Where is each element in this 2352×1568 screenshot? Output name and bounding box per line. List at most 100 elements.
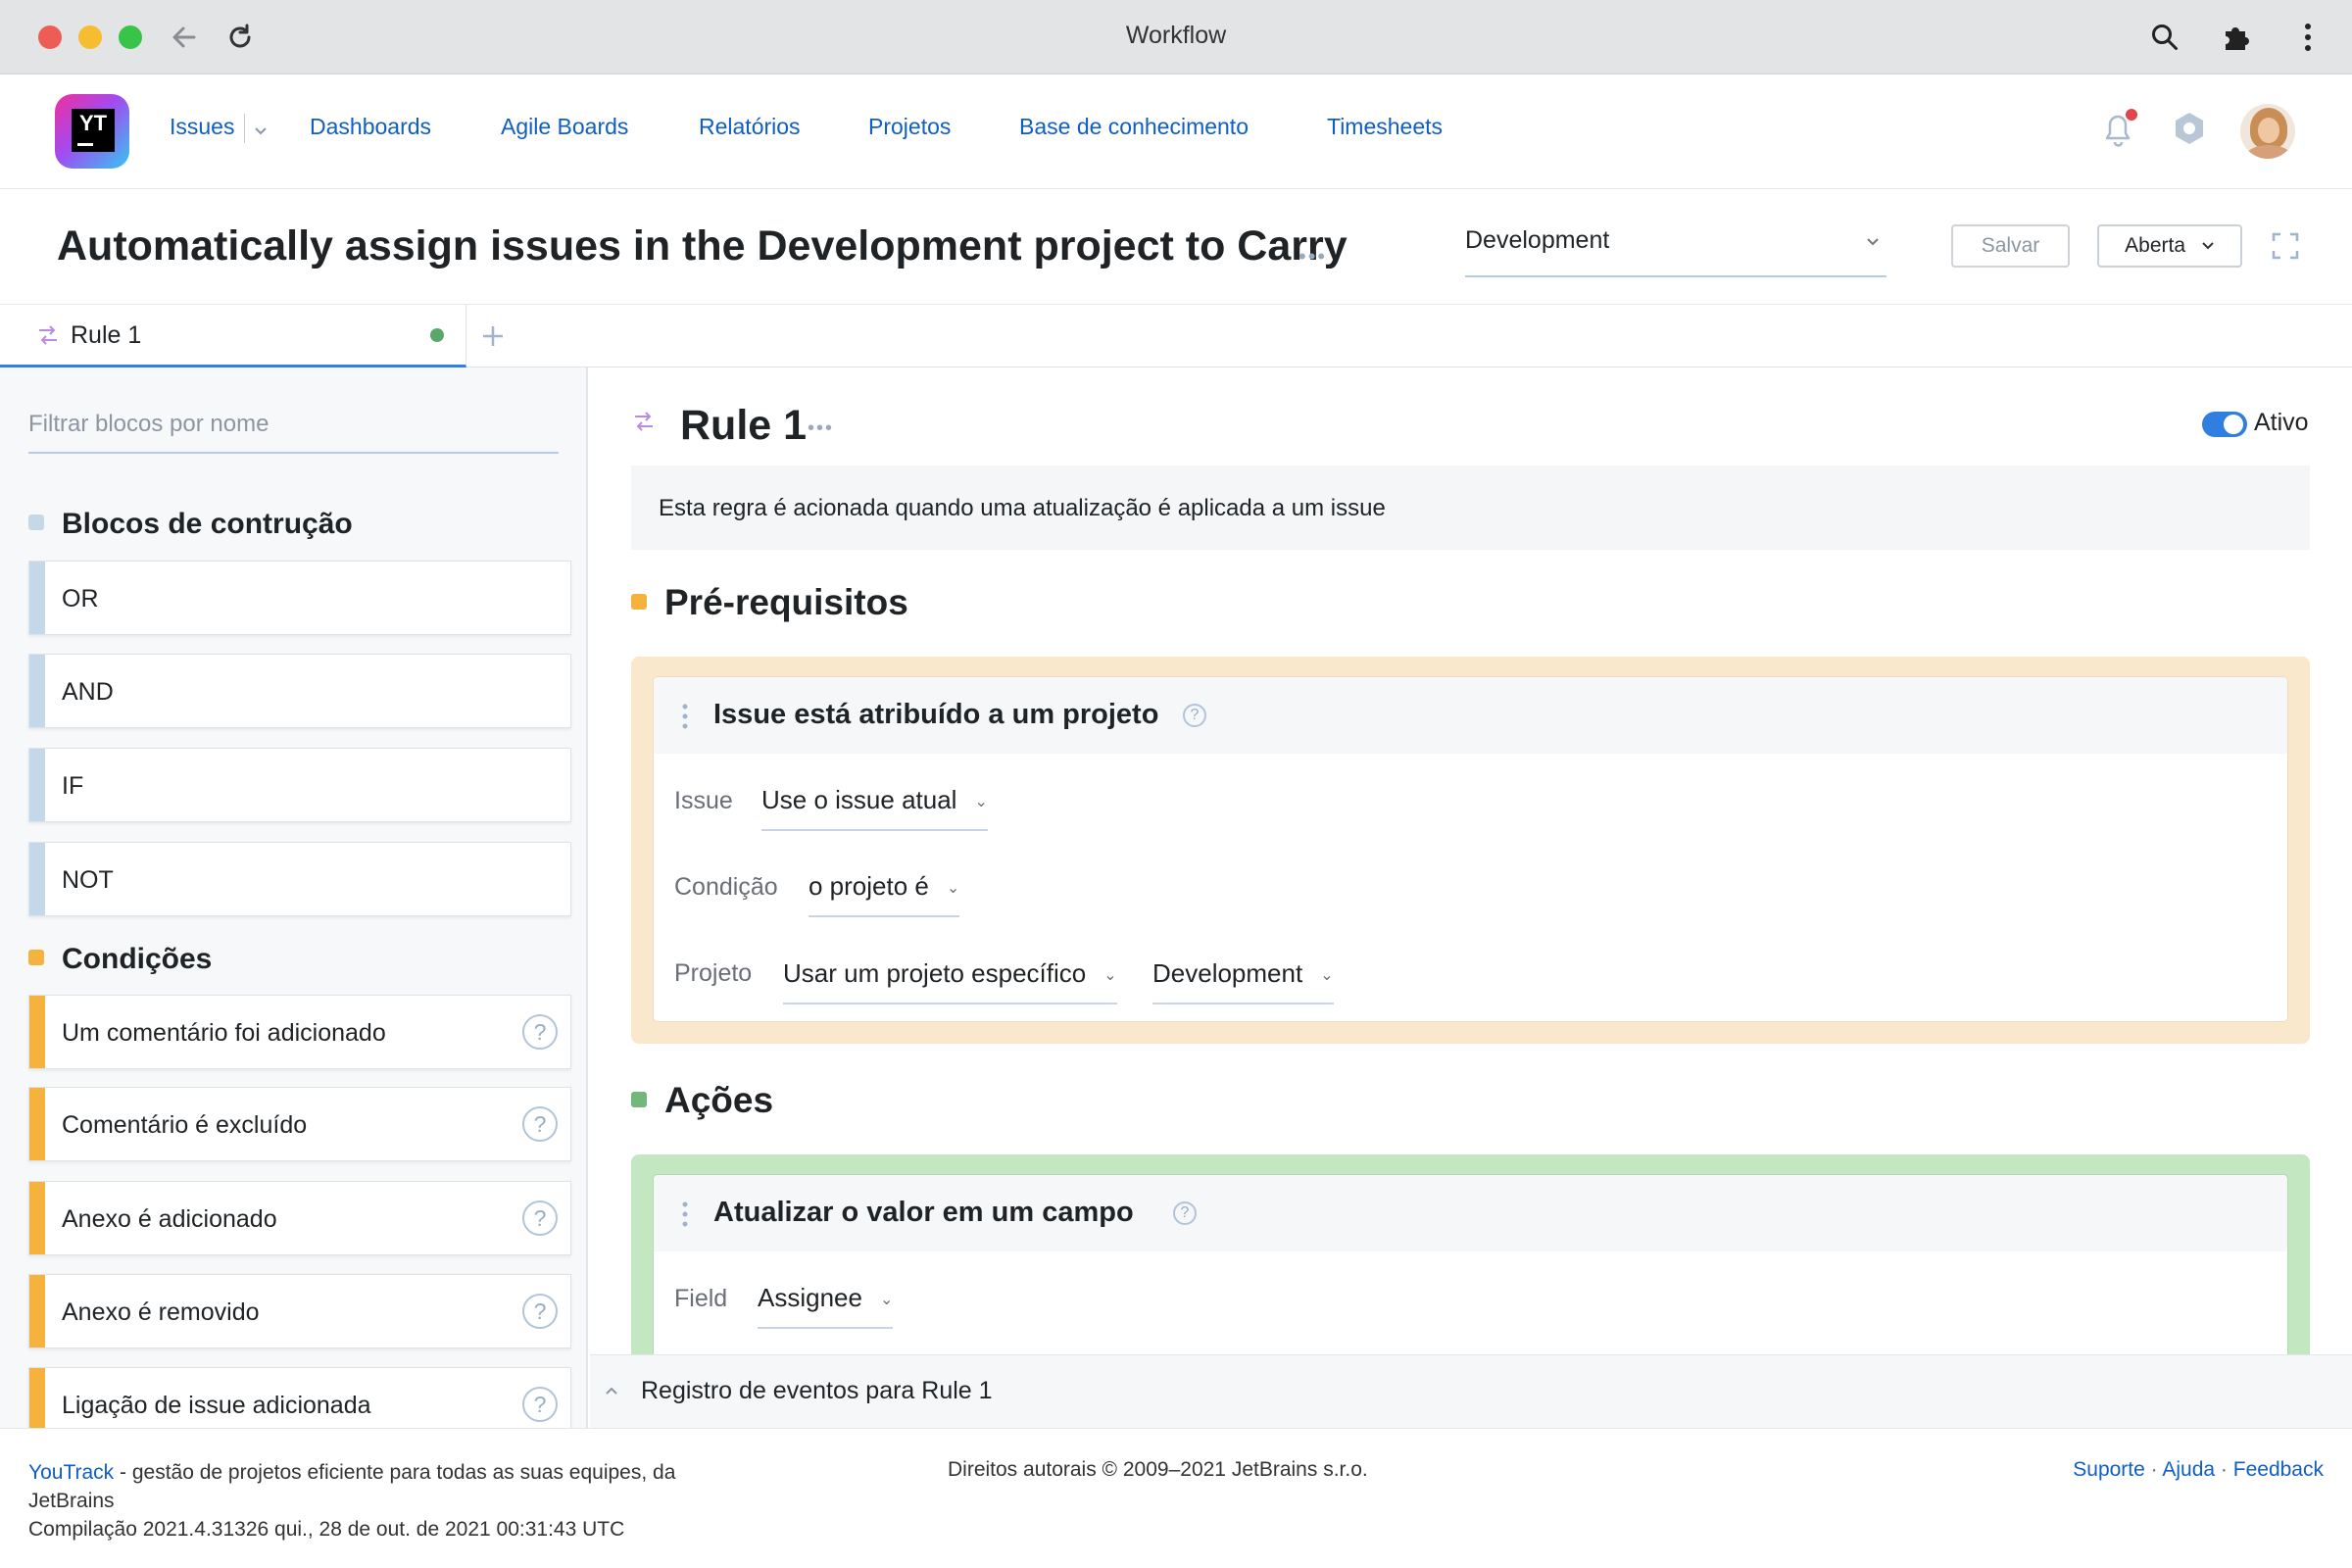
field-label: Field bbox=[674, 1285, 728, 1312]
status-dropdown-button[interactable]: Aberta bbox=[2097, 224, 2242, 268]
youtrack-logo[interactable]: YT bbox=[55, 94, 129, 169]
block-label: IF bbox=[62, 772, 84, 800]
footer-tagline-company: JetBrains bbox=[28, 1490, 115, 1512]
help-question-icon[interactable]: ? bbox=[522, 1106, 558, 1142]
user-avatar[interactable] bbox=[2240, 104, 2295, 159]
project-select-value: Development bbox=[1465, 226, 1610, 254]
event-log-bar[interactable]: Registro de eventos para Rule 1 bbox=[590, 1354, 2352, 1428]
issue-select[interactable]: Use o issue atual ⌄ bbox=[761, 785, 988, 831]
block-attachment-removed[interactable]: Anexo é removido ? bbox=[28, 1274, 571, 1348]
project-value-select[interactable]: Development ⌄ bbox=[1152, 958, 1334, 1004]
youtrack-link[interactable]: YouTrack bbox=[28, 1461, 114, 1484]
help-question-icon[interactable]: ? bbox=[522, 1200, 558, 1236]
help-question-icon[interactable]: ? bbox=[522, 1294, 558, 1329]
nav-timesheets[interactable]: Timesheets bbox=[1327, 114, 1443, 140]
block-label: OR bbox=[62, 585, 99, 612]
block-comment-deleted[interactable]: Comentário é excluído ? bbox=[28, 1087, 571, 1161]
block-color-bar bbox=[29, 562, 45, 634]
add-tab-plus-icon[interactable] bbox=[480, 323, 506, 349]
block-label: Um comentário foi adicionado bbox=[62, 1019, 386, 1047]
section-color-dot bbox=[28, 950, 44, 966]
block-or[interactable]: OR bbox=[28, 561, 571, 635]
extensions-puzzle-icon[interactable] bbox=[2220, 22, 2251, 53]
notifications-bell-icon[interactable] bbox=[2099, 107, 2138, 150]
rule-description: Esta regra é acionada quando uma atualiz… bbox=[659, 495, 1386, 521]
more-options-icon[interactable]: ••• bbox=[1298, 244, 1327, 270]
nav-projects[interactable]: Projetos bbox=[868, 114, 951, 140]
app-header: YT Issues Dashboards Agile Boards Relató… bbox=[0, 74, 2352, 189]
chevron-down-icon: ⌄ bbox=[1320, 967, 1334, 985]
project-field-label: Projeto bbox=[674, 959, 753, 987]
prerequisites-heading: Pré-requisitos bbox=[664, 582, 908, 622]
tab-rule-1[interactable]: Rule 1 bbox=[0, 305, 466, 368]
rule-swap-icon bbox=[39, 325, 57, 345]
feedback-link[interactable]: Feedback bbox=[2233, 1458, 2324, 1481]
condition-card-title: Issue está atribuído a um projeto bbox=[713, 699, 1159, 730]
section-conditions: Condições bbox=[28, 943, 212, 976]
block-label: Anexo é adicionado bbox=[62, 1205, 277, 1233]
rule-editor: Rule 1 ••• Ativo Esta regra é acionada q… bbox=[590, 368, 2352, 1428]
chevron-down-icon: ⌄ bbox=[946, 880, 960, 898]
block-color-bar bbox=[29, 996, 45, 1068]
chevron-up-icon bbox=[606, 1387, 617, 1395]
block-comment-added[interactable]: Um comentário foi adicionado ? bbox=[28, 995, 571, 1069]
condition-select-value: o projeto é bbox=[808, 871, 929, 901]
footer-links: Suporte · Ajuda · Feedback bbox=[2073, 1458, 2324, 1482]
project-mode-value: Usar um projeto específico bbox=[783, 958, 1087, 988]
help-question-icon[interactable]: ? bbox=[522, 1387, 558, 1422]
help-question-icon[interactable]: ? bbox=[1173, 1201, 1197, 1225]
nav-dashboards[interactable]: Dashboards bbox=[310, 114, 431, 140]
prerequisites-container: Issue está atribuído a um projeto ? Issu… bbox=[631, 657, 2310, 1044]
block-and[interactable]: AND bbox=[28, 654, 571, 728]
block-color-bar bbox=[29, 1275, 45, 1348]
project-select[interactable]: Development bbox=[1465, 226, 1886, 277]
block-label: AND bbox=[62, 678, 114, 706]
search-icon[interactable] bbox=[2149, 22, 2180, 53]
section-title: Blocos de contrução bbox=[62, 508, 353, 540]
issue-select-value: Use o issue atual bbox=[761, 785, 957, 814]
field-select-value: Assignee bbox=[758, 1283, 862, 1312]
rule-more-options-icon[interactable]: ••• bbox=[808, 417, 834, 440]
footer-tagline: - gestão de projetos eficiente para toda… bbox=[120, 1461, 676, 1484]
page-title: Automatically assign issues in the Devel… bbox=[57, 222, 1348, 270]
save-button[interactable]: Salvar bbox=[1951, 224, 2070, 268]
logo-underscore bbox=[77, 143, 93, 146]
project-mode-select[interactable]: Usar um projeto específico ⌄ bbox=[783, 958, 1117, 1004]
nav-knowledge-base[interactable]: Base de conhecimento bbox=[1019, 114, 1249, 140]
tab-status-dot bbox=[430, 328, 444, 342]
drag-handle-icon[interactable] bbox=[681, 1200, 689, 1228]
nav-issues[interactable]: Issues bbox=[170, 114, 234, 140]
fullscreen-icon[interactable] bbox=[2272, 232, 2299, 260]
help-hexagon-icon[interactable] bbox=[2171, 110, 2208, 147]
nav-agile-boards[interactable]: Agile Boards bbox=[501, 114, 628, 140]
condition-select[interactable]: o projeto é ⌄ bbox=[808, 871, 960, 917]
block-not[interactable]: NOT bbox=[28, 842, 571, 916]
block-if[interactable]: IF bbox=[28, 748, 571, 822]
rule-tabs: Rule 1 bbox=[0, 305, 2352, 368]
block-label: Ligação de issue adicionada bbox=[62, 1392, 371, 1419]
block-color-bar bbox=[29, 655, 45, 727]
footer-copyright: Direitos autorais © 2009–2021 JetBrains … bbox=[948, 1458, 1368, 1481]
help-link[interactable]: Ajuda bbox=[2162, 1458, 2215, 1481]
nav-reports[interactable]: Relatórios bbox=[699, 114, 801, 140]
block-color-bar bbox=[29, 749, 45, 821]
footer-link-separator: · bbox=[2220, 1458, 2228, 1481]
prerequisites-dot bbox=[631, 594, 647, 610]
event-log-label: Registro de eventos para Rule 1 bbox=[641, 1377, 993, 1404]
drag-handle-icon[interactable] bbox=[681, 703, 689, 730]
status-dropdown-label: Aberta bbox=[2125, 234, 2186, 257]
field-select[interactable]: Assignee ⌄ bbox=[758, 1283, 894, 1329]
block-issue-link-added[interactable]: Ligação de issue adicionada ? bbox=[28, 1367, 571, 1428]
support-link[interactable]: Suporte bbox=[2073, 1458, 2145, 1481]
rule-name[interactable]: Rule 1 bbox=[680, 402, 807, 450]
browser-titlebar: Workflow bbox=[0, 0, 2352, 74]
block-filter-input[interactable]: Filtrar blocos por nome bbox=[28, 407, 559, 454]
block-color-bar bbox=[29, 843, 45, 915]
block-label: Comentário é excluído bbox=[62, 1111, 308, 1139]
help-question-icon[interactable]: ? bbox=[522, 1014, 558, 1050]
chevron-down-icon[interactable] bbox=[253, 125, 269, 137]
more-vertical-icon[interactable] bbox=[2302, 22, 2314, 53]
help-question-icon[interactable]: ? bbox=[1183, 704, 1206, 727]
chevron-down-icon: ⌄ bbox=[1103, 967, 1117, 985]
block-attachment-added[interactable]: Anexo é adicionado ? bbox=[28, 1181, 571, 1255]
